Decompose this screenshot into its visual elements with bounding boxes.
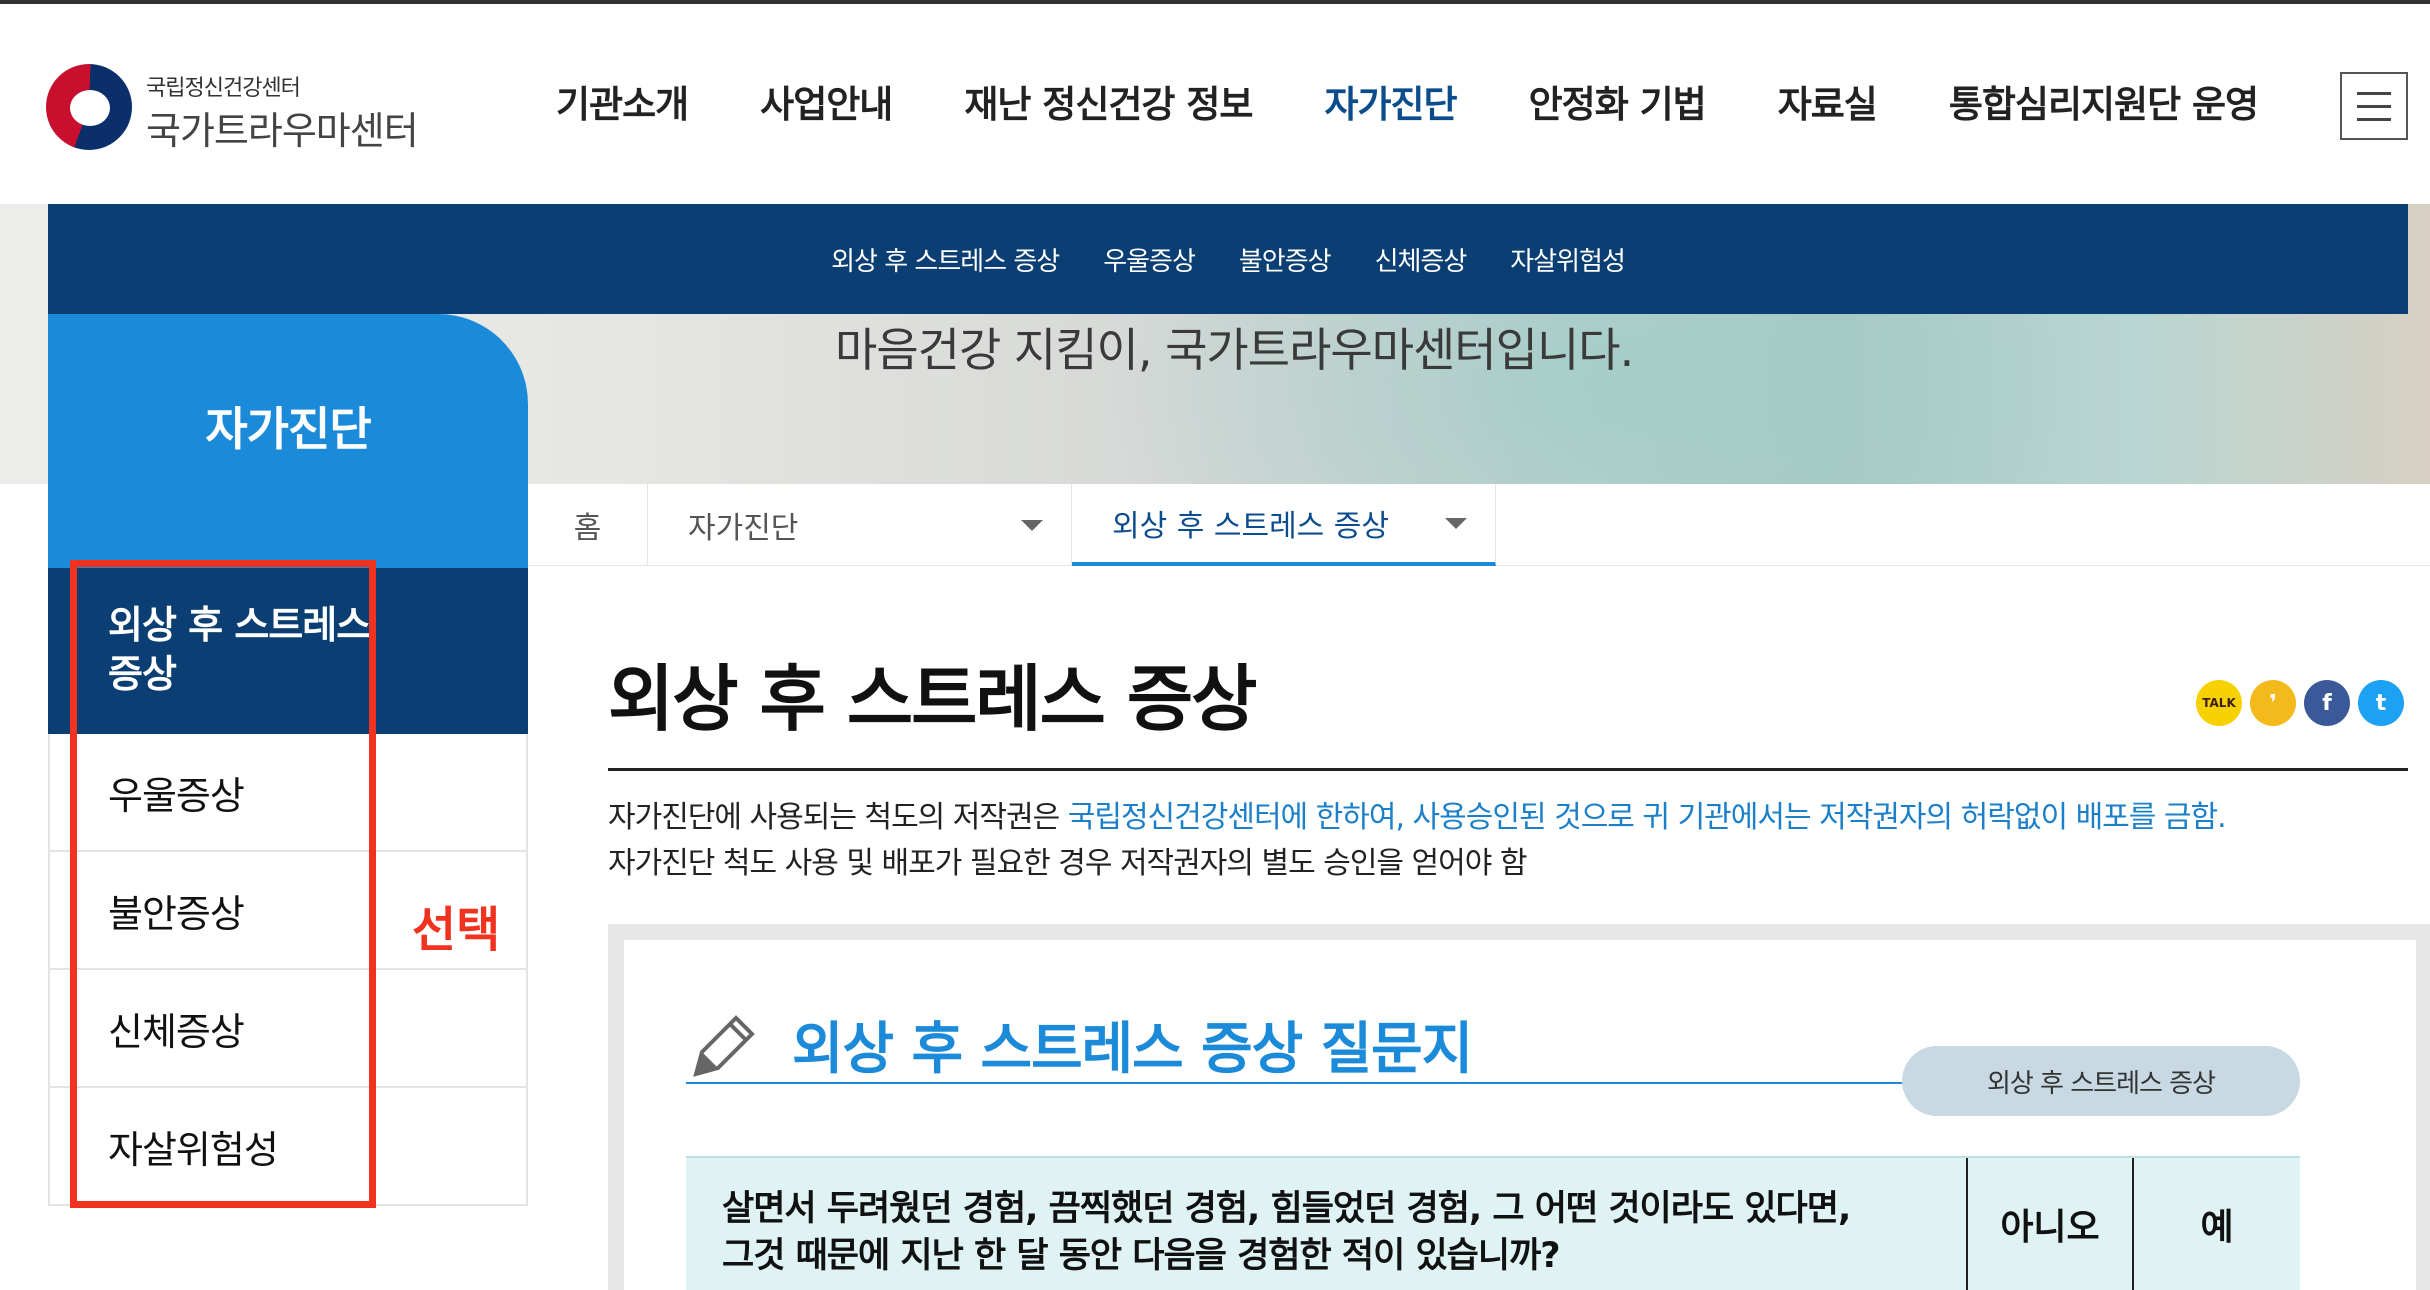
- breadcrumb-home[interactable]: 홈: [528, 484, 648, 566]
- share-buttons: TALK ❜ f t: [2196, 680, 2404, 726]
- sidebar-item-depression[interactable]: 우울증상: [48, 734, 528, 852]
- sub-nav-bar: 외상 후 스트레스 증상 우울증상 불안증상 신체증상 자살위험성: [48, 204, 2408, 314]
- twitter-icon[interactable]: t: [2358, 680, 2404, 726]
- hamburger-menu-button[interactable]: [2340, 72, 2408, 140]
- sidebar-title-text: 자가진단: [205, 402, 371, 456]
- gnb-item-about[interactable]: 기관소개: [520, 74, 724, 134]
- sidebar-item-suicide-risk[interactable]: 자살위험성: [48, 1088, 528, 1206]
- hero-slogan: 마음건강 지킴이, 국가트라우마센터입니다.: [835, 323, 1634, 377]
- gnb-item-disaster-info[interactable]: 재난 정신건강 정보: [928, 74, 1288, 134]
- breadcrumb: 홈 자가진단 외상 후 스트레스 증상: [528, 484, 2430, 566]
- questionnaire-category-badge: 외상 후 스트레스 증상: [1902, 1046, 2300, 1116]
- sub-nav-depression[interactable]: 우울증상: [1103, 241, 1196, 278]
- approval-notice: 자가진단 척도 사용 및 배포가 필요한 경우 저작권자의 별도 승인을 얻어야…: [608, 846, 1527, 881]
- answer-yes-column: 예: [2200, 1207, 2234, 1248]
- answer-no-column: 아니오: [1968, 1158, 2134, 1290]
- copyright-notice: 자가진단에 사용되는 척도의 저작권은 국립정신건강센터에 한하여, 사용승인된…: [608, 800, 2227, 835]
- taegeuk-logo-icon: [46, 64, 132, 150]
- gnb-item-support-team[interactable]: 통합심리지원단 운영: [1913, 74, 2294, 134]
- copyright-notice-highlight: 국립정신건강센터에 한하여, 사용승인된 것으로 귀 기관에서는 저작권자의 허…: [1067, 800, 2227, 835]
- facebook-icon[interactable]: f: [2304, 680, 2350, 726]
- question-table-header: 살면서 두려웠던 경험, 끔찍했던 경험, 힘들었던 경험, 그 어떤 것이라도…: [686, 1156, 2300, 1290]
- sub-nav-anxiety[interactable]: 불안증상: [1239, 241, 1332, 278]
- annotation-label: 선택: [412, 902, 501, 958]
- sidebar-title: 자가진단: [48, 314, 528, 568]
- global-nav: 기관소개 사업안내 재난 정신건강 정보 자가진단 안정화 기법 자료실 통합심…: [520, 74, 2294, 134]
- hamburger-icon: [2357, 91, 2391, 95]
- logo-title: 국가트라우마센터: [146, 109, 419, 153]
- pencil-icon: [693, 1015, 755, 1077]
- site-header: 국립정신건강센터 국가트라우마센터 기관소개 사업안내 재난 정신건강 정보 자…: [0, 4, 2430, 204]
- title-divider: [608, 768, 2408, 771]
- gnb-item-stabilization[interactable]: 안정화 기법: [1493, 74, 1742, 134]
- gnb-item-business[interactable]: 사업안내: [724, 74, 928, 134]
- sub-nav-suicide-risk[interactable]: 자살위험성: [1510, 241, 1626, 278]
- questionnaire-title: 외상 후 스트레스 증상 질문지: [792, 1017, 1473, 1082]
- questionnaire-title-underline: [686, 1082, 1946, 1084]
- chevron-down-icon: [1445, 517, 1467, 529]
- kakaotalk-icon[interactable]: TALK: [2196, 680, 2242, 726]
- questionnaire-panel: 외상 후 스트레스 증상 질문지 외상 후 스트레스 증상 살면서 두려웠던 경…: [608, 924, 2430, 1290]
- breadcrumb-level1-label: 자가진단: [688, 511, 799, 546]
- sidebar-menu: 외상 후 스트레스 증상 우울증상 불안증상 신체증상 자살위험성: [48, 568, 528, 1206]
- sub-nav-somatic[interactable]: 신체증상: [1375, 241, 1468, 278]
- gnb-item-resources[interactable]: 자료실: [1742, 74, 1913, 134]
- sub-nav-ptsd[interactable]: 외상 후 스트레스 증상: [831, 241, 1060, 278]
- breadcrumb-level2-label: 외상 후 스트레스 증상: [1112, 509, 1390, 544]
- breadcrumb-level1-select[interactable]: 자가진단: [648, 484, 1072, 566]
- site-logo[interactable]: 국립정신건강센터 국가트라우마센터: [46, 64, 446, 154]
- chevron-down-icon: [1021, 519, 1043, 531]
- breadcrumb-level2-select[interactable]: 외상 후 스트레스 증상: [1072, 484, 1496, 566]
- question-prompt: 살면서 두려웠던 경험, 끔찍했던 경험, 힘들었던 경험, 그 어떤 것이라도…: [686, 1158, 1968, 1290]
- gnb-item-self-diagnosis[interactable]: 자가진단: [1288, 74, 1492, 134]
- page-title: 외상 후 스트레스 증상: [608, 657, 1257, 741]
- logo-subtitle: 국립정신건강센터: [146, 76, 301, 101]
- sidebar-item-ptsd[interactable]: 외상 후 스트레스 증상: [48, 568, 528, 734]
- sidebar-item-somatic[interactable]: 신체증상: [48, 970, 528, 1088]
- kakaostory-icon[interactable]: ❜: [2250, 680, 2296, 726]
